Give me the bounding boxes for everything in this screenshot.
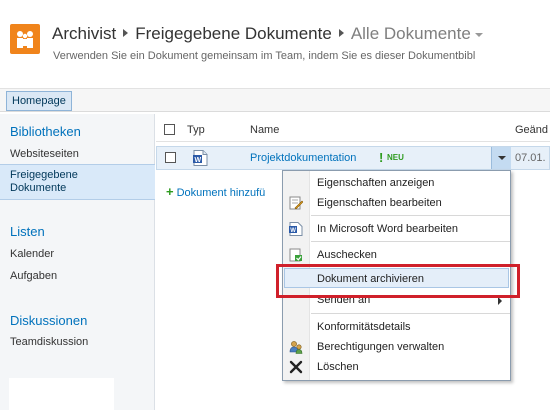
menu-item-eigenschaften-bearbeiten[interactable]: Eigenschaften bearbeiten bbox=[317, 197, 442, 209]
menu-separator bbox=[311, 313, 510, 314]
menu-separator bbox=[311, 215, 510, 216]
page-header: Archivist Freigegebene Dokumente Alle Doku… bbox=[0, 0, 550, 84]
discussions-heading[interactable]: Diskussionen bbox=[10, 313, 87, 328]
libraries-heading[interactable]: Bibliotheken bbox=[10, 124, 81, 139]
menu-item-auschecken[interactable]: Auschecken bbox=[317, 249, 377, 261]
item-menu-button[interactable] bbox=[491, 147, 511, 169]
delete-x-icon bbox=[289, 360, 303, 374]
sidebar-item-aufgaben[interactable]: Aufgaben bbox=[10, 270, 57, 282]
tab-homepage[interactable]: Homepage bbox=[6, 91, 72, 111]
breadcrumb: Archivist Freigegebene Dokumente Alle Doku… bbox=[52, 24, 483, 44]
breadcrumb-separator-icon bbox=[338, 29, 344, 37]
sidebar-item-teamdiskussion[interactable]: Teamdiskussion bbox=[10, 336, 88, 348]
sidebar-item-freigegebene-dokumente[interactable]: Freigegebene Dokumente bbox=[0, 164, 155, 200]
checkout-icon bbox=[289, 248, 303, 262]
lists-heading[interactable]: Listen bbox=[10, 224, 45, 239]
sidebar-item-websiteseiten[interactable]: Websiteseiten bbox=[10, 148, 79, 160]
svg-text:W: W bbox=[195, 157, 202, 164]
highlight-annotation-box bbox=[276, 264, 520, 298]
select-all-checkbox[interactable] bbox=[164, 124, 175, 135]
menu-item-eigenschaften-anzeigen[interactable]: Eigenschaften anzeigen bbox=[317, 177, 434, 189]
table-row[interactable]: W Projektdokumentation ! NEU 07.01. bbox=[156, 146, 550, 170]
chevron-down-icon bbox=[498, 156, 506, 160]
modified-date: 07.01. bbox=[515, 152, 546, 164]
view-dropdown-icon[interactable] bbox=[474, 32, 483, 37]
svg-text:W: W bbox=[290, 228, 296, 234]
submenu-arrow-icon bbox=[498, 297, 502, 305]
add-document-link[interactable]: + Dokument hinzufü bbox=[166, 184, 265, 199]
word-document-icon: W bbox=[193, 150, 208, 166]
site-logo-icon[interactable] bbox=[10, 24, 40, 54]
breadcrumb-separator-icon bbox=[123, 29, 129, 37]
document-name-link[interactable]: Projektdokumentation bbox=[250, 152, 356, 164]
new-marker-icon: ! bbox=[379, 150, 384, 165]
menu-item-loeschen[interactable]: Löschen bbox=[317, 361, 359, 373]
menu-separator bbox=[311, 241, 510, 242]
add-document-label: Dokument hinzufü bbox=[176, 187, 266, 199]
sidebar-item-kalender[interactable]: Kalender bbox=[10, 248, 54, 260]
breadcrumb-library[interactable]: Freigegebene Dokumente bbox=[135, 24, 332, 43]
permissions-icon bbox=[289, 340, 303, 354]
word-document-icon: W bbox=[289, 222, 303, 236]
sidebar-blank-panel bbox=[9, 378, 114, 410]
list-header: Typ Name Geänd bbox=[156, 118, 550, 142]
quick-launch: Bibliotheken Websiteseiten Freigegebene … bbox=[0, 114, 155, 410]
column-type[interactable]: Typ bbox=[187, 124, 205, 136]
row-checkbox[interactable] bbox=[165, 152, 176, 163]
menu-item-berechtigungen-verwalten[interactable]: Berechtigungen verwalten bbox=[317, 341, 444, 353]
page-description: Verwenden Sie ein Dokument gemeinsam im … bbox=[53, 50, 476, 62]
new-badge: NEU bbox=[387, 153, 404, 162]
menu-item-konformitaetsdetails[interactable]: Konformitätsdetails bbox=[317, 321, 411, 333]
column-name[interactable]: Name bbox=[250, 124, 279, 136]
plus-icon: + bbox=[166, 184, 174, 199]
breadcrumb-site[interactable]: Archivist bbox=[52, 24, 116, 43]
menu-item-word-bearbeiten[interactable]: In Microsoft Word bearbeiten bbox=[317, 223, 458, 235]
top-navigation: Homepage bbox=[0, 88, 550, 112]
edit-properties-icon bbox=[289, 196, 304, 210]
sidebar-item-label: Freigegebene Dokumente bbox=[10, 169, 78, 194]
column-modified[interactable]: Geänd bbox=[515, 124, 548, 136]
breadcrumb-view[interactable]: Alle Dokumente bbox=[351, 24, 471, 43]
